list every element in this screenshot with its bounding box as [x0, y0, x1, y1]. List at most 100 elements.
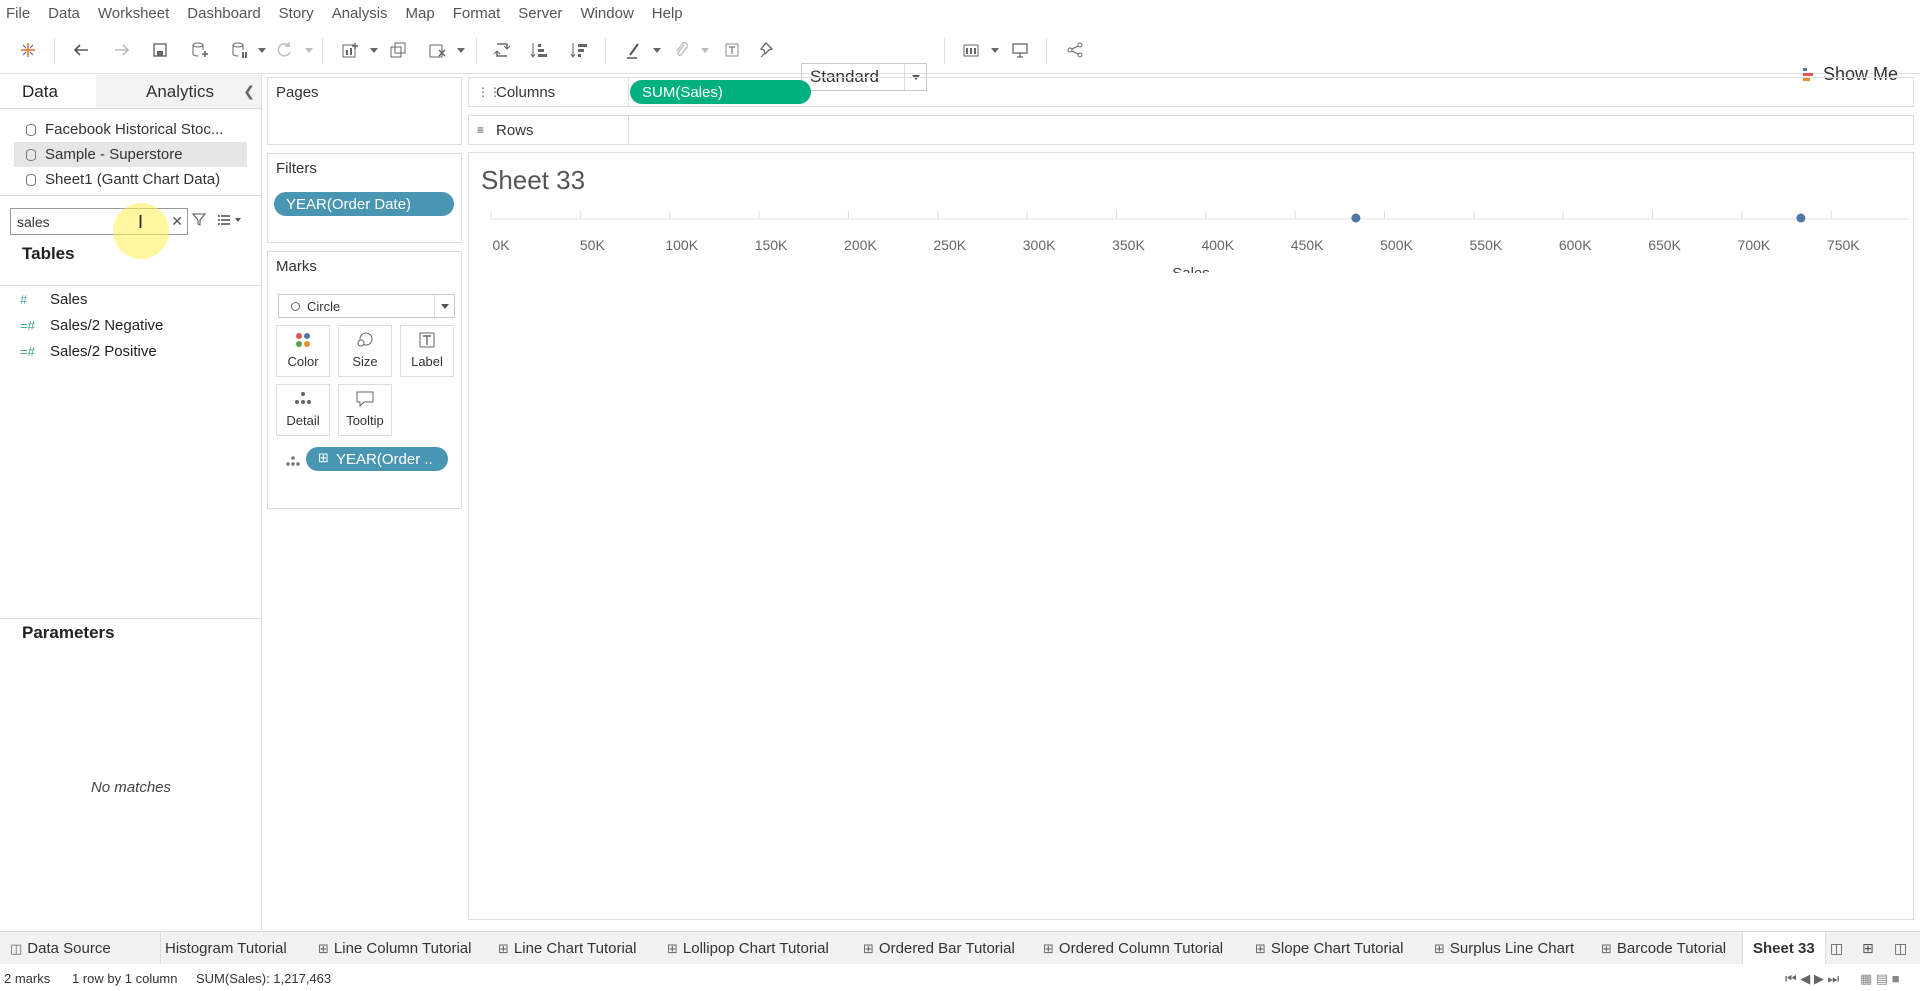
tab-barcode-tutorial[interactable]: ⊞ Barcode Tutorial [1601, 932, 1726, 964]
presentation-mode-icon[interactable] [1006, 36, 1034, 64]
refresh-icon[interactable] [270, 36, 298, 64]
x-tick-label: 0K [492, 237, 510, 253]
menu-server[interactable]: Server [518, 5, 562, 22]
filter-fields-icon[interactable] [191, 212, 207, 229]
menu-data[interactable]: Data [48, 5, 80, 22]
redo-icon[interactable] [107, 36, 135, 64]
datasource-item[interactable]: Facebook Historical Stoc... [0, 117, 261, 142]
filter-pill-year-order-date[interactable]: YEAR(Order Date) [274, 192, 454, 216]
detail-button[interactable]: Detail [276, 384, 330, 436]
x-tick-label: 300K [1023, 237, 1056, 253]
highlight-icon[interactable] [620, 36, 648, 64]
show-mark-labels-icon[interactable] [718, 36, 746, 64]
field-sales-positive[interactable]: =# Sales/2 Positive [20, 343, 157, 360]
tab-data[interactable]: Data [0, 75, 96, 108]
menu-analysis[interactable]: Analysis [332, 5, 388, 22]
tab-sheet-33[interactable]: Sheet 33 [1742, 932, 1826, 964]
tab-ordered-bar-tutorial[interactable]: ⊞ Ordered Bar Tutorial [863, 932, 1015, 964]
data-point[interactable] [1796, 213, 1806, 223]
filters-card[interactable]: Filters YEAR(Order Date) [267, 153, 462, 243]
menu-window[interactable]: Window [580, 5, 633, 22]
menu-format[interactable]: Format [453, 5, 501, 22]
datasource-item[interactable]: Sheet1 (Gantt Chart Data) [0, 167, 261, 192]
worksheet-view[interactable]: Sheet 33 0K 50K 100K 150K 200K 250K 300K 350K 40… [468, 152, 1914, 920]
field-label: Sales/2 Negative [50, 317, 164, 334]
swap-rows-columns-icon[interactable] [488, 36, 516, 64]
tab-analytics[interactable]: Analytics [96, 75, 261, 108]
menu-story[interactable]: Story [279, 5, 314, 22]
pause-updates-icon[interactable] [225, 36, 253, 64]
datasource-item-selected[interactable]: Sample - Superstore [14, 142, 247, 167]
tab-line-column-tutorial[interactable]: ⊞ Line Column Tutorial [318, 932, 471, 964]
calculated-measure-icon: =# [20, 318, 35, 333]
menu-file[interactable]: File [6, 5, 30, 22]
tab-ordered-column-tutorial[interactable]: ⊞ Ordered Column Tutorial [1043, 932, 1223, 964]
rows-shelf[interactable]: ≡ Rows [468, 115, 1914, 145]
tab-line-chart-tutorial[interactable]: ⊞ Line Chart Tutorial [498, 932, 636, 964]
sum-sales-pill[interactable]: SUM(Sales) [630, 80, 811, 104]
size-icon [339, 326, 391, 354]
menu-worksheet[interactable]: Worksheet [98, 5, 169, 22]
tab-label: Barcode Tutorial [1616, 940, 1727, 957]
tab-histogram-tutorial[interactable]: Histogram Tutorial [165, 932, 287, 964]
field-sales[interactable]: # Sales [20, 291, 88, 308]
tab-label: Ordered Bar Tutorial [878, 940, 1015, 957]
tab-surplus-line-chart[interactable]: ⊞ Surplus Line Chart [1434, 932, 1574, 964]
new-worksheet-tab-icon[interactable]: ◫ [1830, 940, 1843, 957]
tab-data-source[interactable]: ◫ Data Source [10, 932, 111, 964]
status-sum: SUM(Sales): 1,217,463 [196, 971, 332, 986]
label-label: Label [411, 354, 443, 369]
detail-pill-year-order[interactable]: ⊞ YEAR(Order .. [306, 447, 448, 471]
collapse-pane-icon[interactable]: ❮ [243, 83, 255, 100]
clear-search-icon[interactable]: ✕ [171, 213, 183, 230]
data-point[interactable] [1351, 213, 1361, 223]
show-cards-icon[interactable] [957, 36, 985, 64]
tab-slope-chart-tutorial[interactable]: ⊞ Slope Chart Tutorial [1255, 932, 1403, 964]
clear-sheet-icon[interactable] [423, 36, 451, 64]
view-mode-icon[interactable]: ▦ ▤ ■ [1860, 971, 1900, 987]
color-button[interactable]: Color [276, 325, 330, 377]
tab-label: Line Chart Tutorial [513, 940, 637, 957]
x-axis-title: Sales [1172, 265, 1210, 273]
new-datasource-icon[interactable] [185, 36, 213, 64]
pages-title: Pages [276, 84, 319, 101]
new-worksheet-icon[interactable] [336, 36, 364, 64]
mark-type-value: Circle [307, 299, 341, 314]
sheet-navigation-icon[interactable]: ⏮ ◀ ▶ ⏭ [1785, 971, 1839, 987]
field-sales-negative[interactable]: =# Sales/2 Negative [20, 317, 163, 334]
text-cursor-icon: I [138, 212, 144, 232]
undo-icon[interactable] [68, 36, 96, 64]
columns-shelf-label: ⋮⋮ Columns [469, 78, 629, 106]
duplicate-sheet-icon[interactable] [384, 36, 412, 64]
expand-plus-icon[interactable]: ⊞ [318, 450, 329, 466]
group-members-icon[interactable] [667, 36, 695, 64]
pages-card[interactable]: Pages [267, 77, 462, 145]
menu-help[interactable]: Help [652, 5, 683, 22]
x-tick-label: 150K [755, 237, 788, 253]
new-story-tab-icon[interactable]: ◫ [1894, 940, 1907, 957]
new-dashboard-tab-icon[interactable]: ⊞ [1862, 940, 1874, 957]
share-icon[interactable] [1061, 36, 1089, 64]
mark-type-select[interactable]: Circle [278, 294, 455, 318]
rows-icon: ≡ [477, 123, 485, 137]
tooltip-button[interactable]: Tooltip [338, 384, 392, 436]
status-marks: 2 marks [4, 971, 51, 986]
size-label: Size [352, 354, 378, 369]
detail-label: Detail [286, 413, 320, 428]
view-options-icon[interactable] [218, 213, 242, 229]
sort-ascending-icon[interactable] [525, 36, 553, 64]
size-button[interactable]: Size [338, 325, 392, 377]
menu-dashboard[interactable]: Dashboard [187, 5, 260, 22]
label-button[interactable]: Label [400, 325, 454, 377]
datasource-label: Facebook Historical Stoc... [45, 121, 224, 138]
menu-map[interactable]: Map [406, 5, 435, 22]
sort-descending-icon[interactable] [565, 36, 593, 64]
tableau-logo-icon[interactable] [14, 36, 42, 64]
tab-lollipop-chart-tutorial[interactable]: ⊞ Lollipop Chart Tutorial [667, 932, 829, 964]
columns-shelf[interactable]: ⋮⋮ Columns SUM(Sales) [468, 77, 1914, 107]
search-value: sales [17, 214, 50, 230]
x-tick-label: 250K [933, 237, 966, 253]
fix-axes-icon[interactable] [754, 36, 782, 64]
save-icon[interactable] [146, 36, 174, 64]
field-label: Sales/2 Positive [50, 343, 157, 360]
